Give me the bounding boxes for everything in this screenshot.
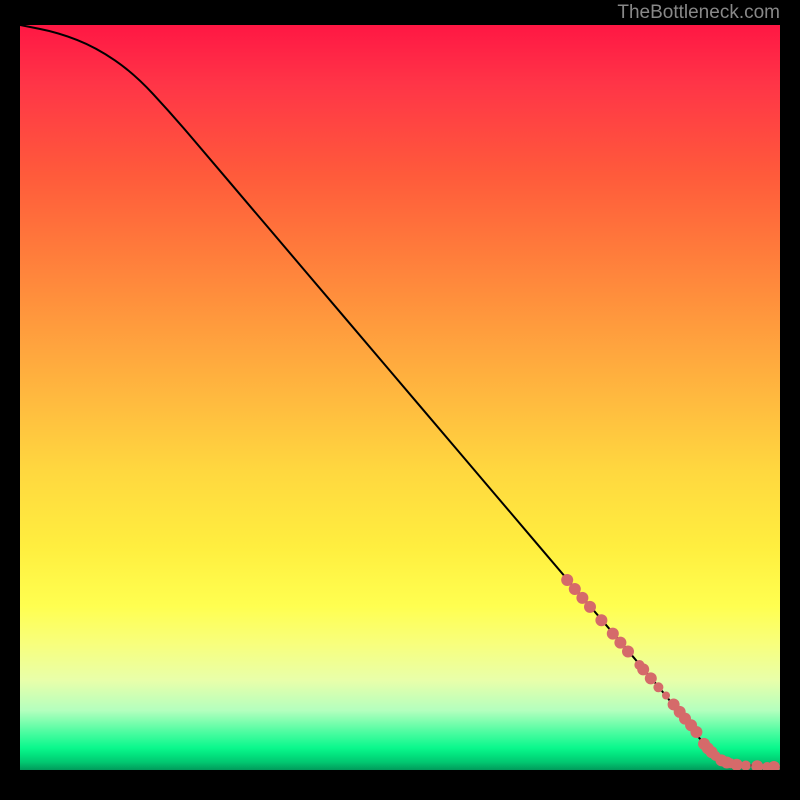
marker-point: [690, 726, 702, 738]
marker-point: [741, 761, 751, 770]
marker-point: [751, 760, 763, 770]
marker-point: [653, 682, 663, 692]
marker-point: [595, 614, 607, 626]
marker-point: [645, 672, 657, 684]
marker-point: [768, 761, 780, 770]
chart-overlay: [20, 25, 780, 770]
bottleneck-curve: [20, 25, 780, 767]
marker-point: [662, 692, 670, 700]
marker-point: [622, 646, 634, 658]
marker-point: [584, 601, 596, 613]
watermark-text: TheBottleneck.com: [617, 2, 780, 24]
highlight-points: [561, 574, 780, 770]
